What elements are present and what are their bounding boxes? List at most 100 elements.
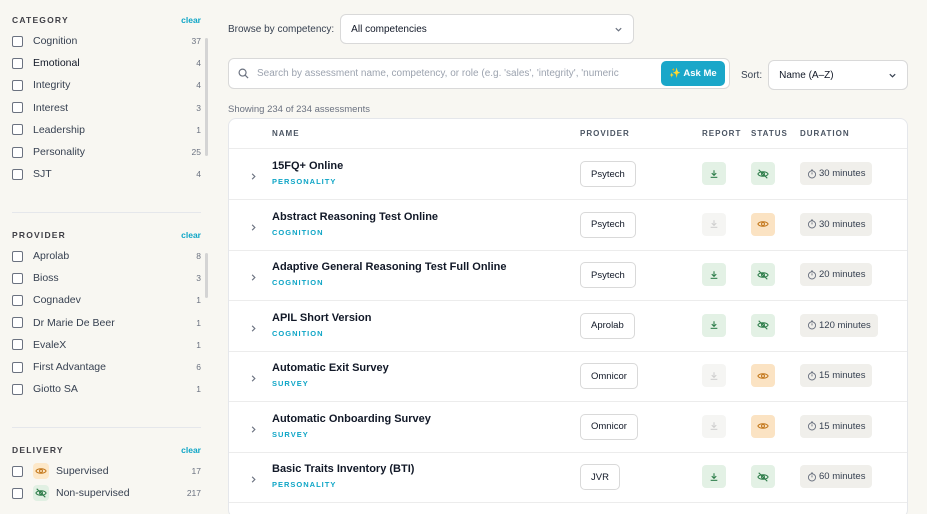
eye-off-icon bbox=[751, 313, 775, 337]
filter-option-count: 1 bbox=[196, 339, 201, 350]
filter-option-count: 8 bbox=[196, 251, 201, 262]
filter-option[interactable]: Emotional 4 bbox=[12, 52, 201, 74]
search-input[interactable]: Search by assessment name, competency, o… bbox=[228, 58, 730, 89]
checkbox[interactable] bbox=[12, 339, 23, 351]
assessment-name[interactable]: Basic Traits Inventory (BTI) bbox=[272, 463, 414, 475]
filter-option-label: Aprolab bbox=[33, 250, 70, 263]
filter-option[interactable]: SJT 4 bbox=[12, 163, 201, 185]
sort-label: Sort: bbox=[741, 69, 763, 81]
category-scrollbar[interactable] bbox=[205, 38, 208, 156]
filter-option[interactable]: Cognadev 1 bbox=[12, 289, 201, 311]
assessment-category: COGNITION bbox=[272, 227, 324, 237]
assessment-name[interactable]: Automatic Exit Survey bbox=[272, 362, 389, 374]
search-placeholder: Search by assessment name, competency, o… bbox=[257, 68, 619, 79]
assessment-name[interactable]: APIL Short Version bbox=[272, 312, 371, 324]
checkbox[interactable] bbox=[12, 250, 23, 262]
clock-icon bbox=[807, 169, 819, 179]
provider-scrollbar[interactable] bbox=[205, 253, 208, 298]
eye-off-icon bbox=[751, 465, 775, 488]
checkbox[interactable] bbox=[12, 317, 23, 329]
assessment-name[interactable]: Abstract Reasoning Test Online bbox=[272, 211, 438, 223]
filter-option[interactable]: Integrity 4 bbox=[12, 74, 201, 96]
expand-chevron-icon[interactable] bbox=[249, 370, 258, 388]
filter-option[interactable]: Non-supervised 217 bbox=[12, 482, 201, 504]
assessment-name[interactable]: 15FQ+ Online bbox=[272, 160, 343, 172]
filter-option-count: 1 bbox=[196, 384, 201, 395]
provider-badge: Omnicor bbox=[580, 413, 638, 440]
download-report-icon[interactable] bbox=[702, 465, 726, 488]
filter-option[interactable]: First Advantage 6 bbox=[12, 356, 201, 378]
competency-select[interactable]: All competencies bbox=[340, 14, 635, 44]
expand-chevron-icon[interactable] bbox=[249, 219, 258, 237]
checkbox[interactable] bbox=[12, 102, 23, 114]
provider-title: PROVIDER bbox=[12, 230, 66, 240]
duration-text: 120 minutes bbox=[819, 319, 871, 331]
category-title: CATEGORY bbox=[12, 15, 69, 25]
eye-icon bbox=[751, 414, 775, 438]
expand-chevron-icon[interactable] bbox=[249, 421, 258, 439]
checkbox[interactable] bbox=[12, 57, 23, 69]
ask-me-button[interactable]: ✨ Ask Me bbox=[661, 61, 725, 86]
table-row[interactable]: Abstract Reasoning Test Online COGNITION… bbox=[229, 200, 907, 251]
checkbox[interactable] bbox=[12, 79, 23, 91]
table-row[interactable]: Automatic Exit Survey SURVEY Omnicor 15 … bbox=[229, 351, 907, 402]
filter-option-label: Personality bbox=[33, 146, 85, 159]
checkbox[interactable] bbox=[12, 294, 23, 306]
table-row[interactable]: 15FQ+ Online PERSONALITY Psytech 30 minu… bbox=[229, 149, 907, 200]
duration-text: 30 minutes bbox=[819, 168, 866, 179]
checkbox[interactable] bbox=[12, 146, 23, 158]
filter-option[interactable]: Leadership 1 bbox=[12, 119, 201, 141]
assessments-table: NAME PROVIDER REPORT STATUS DURATION 15F… bbox=[228, 118, 908, 514]
eye-off-icon bbox=[751, 162, 775, 185]
column-provider[interactable]: PROVIDER bbox=[580, 129, 630, 138]
filter-option[interactable]: Aprolab 8 bbox=[12, 245, 201, 267]
filter-option-count: 17 bbox=[191, 466, 201, 477]
sort-select[interactable]: Name (A–Z) bbox=[768, 60, 909, 90]
download-report-icon bbox=[702, 364, 726, 387]
checkbox[interactable] bbox=[12, 361, 23, 373]
filter-option[interactable]: Interest 3 bbox=[12, 97, 201, 119]
filter-option[interactable]: Cognition 37 bbox=[12, 30, 201, 52]
delivery-clear-link[interactable]: clear bbox=[181, 445, 201, 455]
checkbox[interactable] bbox=[12, 272, 23, 284]
checkbox[interactable] bbox=[12, 383, 23, 395]
chevron-down-icon bbox=[615, 27, 622, 32]
filter-option-count: 4 bbox=[196, 58, 201, 69]
duration-text: 60 minutes bbox=[819, 471, 866, 482]
expand-chevron-icon[interactable] bbox=[249, 269, 258, 287]
expand-chevron-icon[interactable] bbox=[249, 168, 258, 186]
filter-option-count: 1 bbox=[196, 124, 201, 135]
filter-option[interactable]: Giotto SA 1 bbox=[12, 378, 201, 400]
filter-option[interactable]: Dr Marie De Beer 1 bbox=[12, 312, 201, 334]
download-report-icon[interactable] bbox=[702, 263, 726, 286]
column-name[interactable]: NAME bbox=[272, 129, 300, 138]
checkbox[interactable] bbox=[12, 35, 23, 47]
expand-chevron-icon[interactable] bbox=[249, 320, 258, 338]
assessment-category: COGNITION bbox=[272, 328, 324, 338]
filter-option[interactable]: Bioss 3 bbox=[12, 267, 201, 289]
checkbox[interactable] bbox=[12, 465, 23, 477]
duration-badge: 15 minutes bbox=[800, 414, 873, 438]
table-row[interactable]: Basic Traits Inventory (BTI) PERSONALITY… bbox=[229, 452, 907, 503]
eye-icon bbox=[751, 212, 775, 236]
competency-value: All competencies bbox=[351, 23, 427, 35]
expand-chevron-icon[interactable] bbox=[249, 471, 258, 489]
download-report-icon[interactable] bbox=[702, 313, 726, 337]
category-clear-link[interactable]: clear bbox=[181, 15, 201, 25]
assessment-name[interactable]: Automatic Onboarding Survey bbox=[272, 413, 431, 425]
provider-clear-link[interactable]: clear bbox=[181, 230, 201, 240]
table-row[interactable]: Automatic Onboarding Survey SURVEY Omnic… bbox=[229, 402, 907, 453]
checkbox[interactable] bbox=[12, 168, 23, 180]
assessment-name[interactable]: Adaptive General Reasoning Test Full Onl… bbox=[272, 261, 507, 273]
filter-option[interactable]: EvaleX 1 bbox=[12, 334, 201, 356]
filter-option[interactable]: Supervised 17 bbox=[12, 460, 201, 482]
filter-option[interactable]: Personality 25 bbox=[12, 141, 201, 163]
category-filter: CATEGORY clear Cognition 37 Emotional 4 Inte… bbox=[12, 10, 208, 185]
checkbox[interactable] bbox=[12, 124, 23, 136]
table-row[interactable]: Adaptive General Reasoning Test Full Onl… bbox=[229, 250, 907, 301]
download-report-icon[interactable] bbox=[702, 162, 726, 185]
column-duration[interactable]: DURATION bbox=[800, 129, 850, 138]
provider-badge: Psytech bbox=[580, 211, 636, 238]
checkbox[interactable] bbox=[12, 487, 23, 499]
table-row[interactable]: APIL Short Version COGNITION Aprolab 120… bbox=[229, 301, 907, 352]
